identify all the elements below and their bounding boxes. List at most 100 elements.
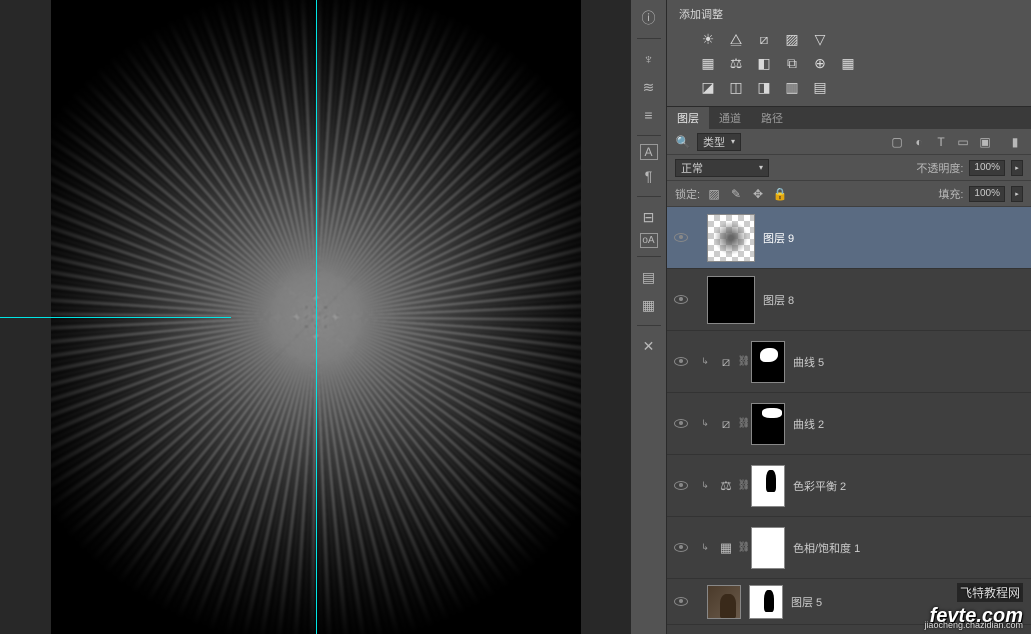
chevron-down-icon: ▾	[731, 137, 735, 146]
guide-vertical[interactable]	[316, 0, 317, 634]
exposure-icon[interactable]: ▨	[783, 30, 801, 48]
tools-icon[interactable]: ✕	[637, 334, 661, 358]
opacity-input[interactable]: 100%	[969, 160, 1005, 176]
layer-row[interactable]: 图层 9	[667, 207, 1031, 269]
layer-name[interactable]: 图层 9	[763, 230, 794, 246]
eye-icon	[674, 419, 688, 428]
fill-input[interactable]: 100%	[969, 186, 1005, 202]
layer-thumbnail[interactable]	[751, 465, 785, 507]
link-icon: ⛓	[737, 542, 751, 553]
tab-channels[interactable]: 通道	[709, 107, 751, 129]
fill-stepper[interactable]: ▸	[1011, 186, 1023, 202]
layer-thumbnail[interactable]	[751, 527, 785, 569]
brightness-icon[interactable]: ☀	[699, 30, 717, 48]
balance-small-icon: ⚖	[715, 478, 737, 494]
type-filter-icon[interactable]: T	[933, 134, 949, 150]
visibility-toggle[interactable]	[667, 597, 695, 606]
layer-name[interactable]: 曲线 2	[793, 416, 824, 432]
layer-thumbnail[interactable]	[751, 341, 785, 383]
glyphs2-icon[interactable]: oA	[640, 233, 658, 248]
swatches-panel-icon[interactable]: ♆	[637, 47, 661, 71]
char-panel-icon[interactable]: ≡	[637, 103, 661, 127]
layer-row[interactable]: ↳⧄⛓曲线 5	[667, 331, 1031, 393]
eye-icon	[674, 597, 688, 606]
layer-mask-thumbnail[interactable]	[749, 585, 783, 619]
lock-move-icon[interactable]: ✥	[750, 186, 766, 202]
character-icon[interactable]: A	[640, 144, 658, 160]
layer-thumbnail[interactable]	[707, 585, 741, 619]
right-panels: ⓘ ♆ ≋ ≡ A ¶ ⊟ oA ▤ ▦ ✕ 添加调整 ☀ ⧋ ⧄ ▨ ▽	[631, 0, 1031, 634]
opacity-stepper[interactable]: ▸	[1011, 160, 1023, 176]
layer-name[interactable]: 色相/饱和度 1	[793, 540, 860, 556]
paragraph-icon[interactable]: ¶	[637, 164, 661, 188]
guide-horizontal[interactable]	[0, 317, 231, 318]
notes-icon[interactable]: ▤	[637, 265, 661, 289]
adj-filter-icon[interactable]: ◐	[911, 134, 927, 150]
lock-paint-icon[interactable]: ✎	[728, 186, 744, 202]
blend-mode-dropdown[interactable]: 正常 ▾	[675, 159, 769, 177]
layer-row[interactable]: ↳⧄⛓曲线 2	[667, 393, 1031, 455]
filter-toggle[interactable]: ▮	[1007, 134, 1023, 150]
triangle-icon[interactable]: ▽	[811, 30, 829, 48]
bw-icon[interactable]: ◧	[755, 54, 773, 72]
layer-list[interactable]: 图层 9图层 8↳⧄⛓曲线 5↳⧄⛓曲线 2↳⚖⛓色彩平衡 2↳▦⛓色相/饱和度…	[667, 207, 1031, 634]
chevron-down-icon: ▾	[759, 163, 763, 172]
lock-all-icon[interactable]: 🔒	[772, 186, 788, 202]
lock-trans-icon[interactable]: ▨	[706, 186, 722, 202]
clip-indicator: ↳	[695, 418, 715, 429]
watermark-sub: jiaocheng.chazidian.com	[924, 620, 1023, 630]
visibility-toggle[interactable]	[667, 419, 695, 428]
glyphs-icon[interactable]: ⊟	[637, 205, 661, 229]
tab-layers[interactable]: 图层	[667, 107, 709, 129]
layer-thumbnail[interactable]	[751, 403, 785, 445]
visibility-toggle[interactable]	[667, 481, 695, 490]
fill-label: 填充:	[938, 186, 963, 202]
adjustments-panel: 添加调整 ☀ ⧋ ⧄ ▨ ▽ ▦ ⚖ ◧ ⧉ ⊕ ▦ ◪	[667, 0, 1031, 107]
canvas-area[interactable]	[0, 0, 631, 634]
layer-thumbnail[interactable]	[707, 214, 755, 262]
photo-filter-icon[interactable]: ⧉	[783, 54, 801, 72]
layer-thumbnail[interactable]	[707, 276, 755, 324]
styles-panel-icon[interactable]: ≋	[637, 75, 661, 99]
layer-filter-bar: 🔍 类型 ▾ ▢ ◐ T ▭ ▣ ▮	[667, 129, 1031, 155]
layer-name[interactable]: 图层 8	[763, 292, 794, 308]
layers-shortcut-icon[interactable]: ▦	[637, 293, 661, 317]
eye-icon	[674, 481, 688, 490]
layer-name[interactable]: 曲线 5	[793, 354, 824, 370]
link-icon: ⛓	[737, 418, 751, 429]
visibility-toggle[interactable]	[667, 233, 695, 242]
panels-column: 添加调整 ☀ ⧋ ⧄ ▨ ▽ ▦ ⚖ ◧ ⧉ ⊕ ▦ ◪	[667, 0, 1031, 634]
smart-filter-icon[interactable]: ▣	[977, 134, 993, 150]
visibility-toggle[interactable]	[667, 295, 695, 304]
curves-icon[interactable]: ⧄	[755, 30, 773, 48]
levels-icon[interactable]: ⧋	[727, 30, 745, 48]
tab-paths[interactable]: 路径	[751, 107, 793, 129]
visibility-toggle[interactable]	[667, 543, 695, 552]
filter-kind-dropdown[interactable]: 类型 ▾	[697, 133, 741, 151]
eye-icon	[674, 357, 688, 366]
pixel-filter-icon[interactable]: ▢	[889, 134, 905, 150]
search-icon[interactable]: 🔍	[675, 134, 691, 150]
channel-mixer-icon[interactable]: ⊕	[811, 54, 829, 72]
balance-icon[interactable]: ⚖	[727, 54, 745, 72]
layer-row[interactable]: 图层 8	[667, 269, 1031, 331]
layer-row[interactable]: ↳⚖⛓色彩平衡 2	[667, 455, 1031, 517]
info-panel-icon[interactable]: ⓘ	[637, 6, 661, 30]
panel-tabs: 图层 通道 路径	[667, 107, 1031, 129]
selective-color-icon[interactable]: ▤	[811, 78, 829, 96]
layer-name[interactable]: 色彩平衡 2	[793, 478, 846, 494]
invert-icon[interactable]: ◪	[699, 78, 717, 96]
gradient-map-icon[interactable]: ▥	[783, 78, 801, 96]
threshold-icon[interactable]: ◨	[755, 78, 773, 96]
vibrance-icon[interactable]: ▦	[699, 54, 717, 72]
link-icon: ⛓	[737, 480, 751, 491]
layer-name[interactable]: 图层 5	[791, 594, 822, 610]
clip-indicator: ↳	[695, 356, 715, 367]
eye-icon	[674, 233, 688, 242]
layer-row[interactable]: ↳▦⛓色相/饱和度 1	[667, 517, 1031, 579]
visibility-toggle[interactable]	[667, 357, 695, 366]
shape-filter-icon[interactable]: ▭	[955, 134, 971, 150]
lut-icon[interactable]: ▦	[839, 54, 857, 72]
filter-kind-label: 类型	[703, 134, 725, 150]
posterize-icon[interactable]: ◫	[727, 78, 745, 96]
